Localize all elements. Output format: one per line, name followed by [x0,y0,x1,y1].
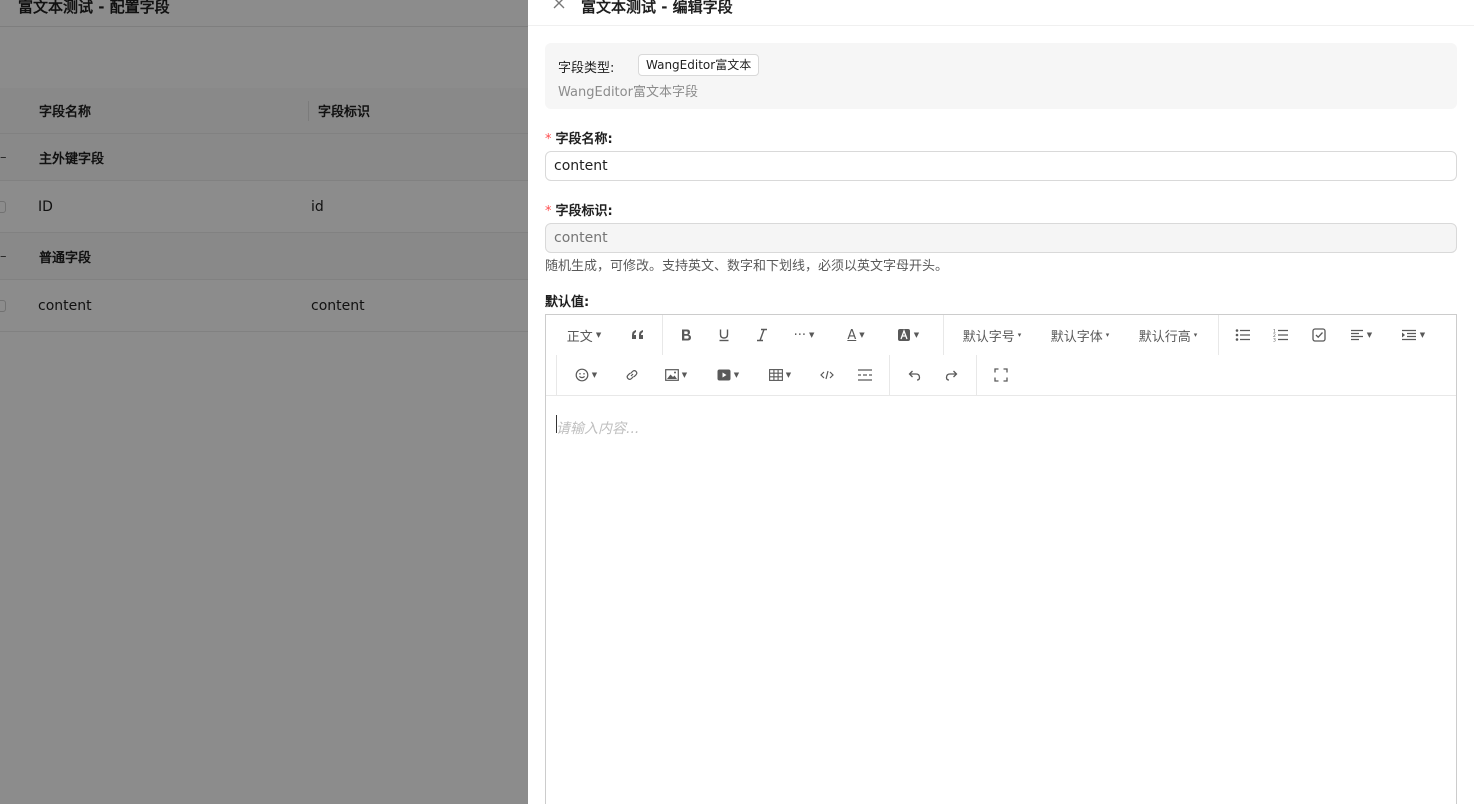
chevron-down-icon: ▼ [809,331,815,339]
drawer-header: 富文本测试 - 编辑字段 [528,0,1474,26]
table-icon [768,369,783,381]
blockquote-button[interactable] [626,321,650,349]
close-icon[interactable] [550,0,568,12]
checkbox-icon [1312,328,1326,342]
numbered-list-button[interactable]: 123 [1269,321,1293,349]
field-key-input [545,223,1457,253]
drawer-title: 富文本测试 - 编辑字段 [581,0,733,16]
horizontal-rule-icon [857,369,873,381]
field-type-tag: WangEditor富文本 [638,54,760,76]
font-size-select[interactable]: 默认字号 ▾ [960,321,1024,349]
chevron-down-icon: ▼ [733,371,740,379]
chevron-down-icon: ▾ [1193,331,1198,339]
insert-link-button[interactable] [620,361,644,389]
indent-button[interactable]: ▼ [1397,321,1429,349]
undo-icon [907,368,921,382]
insert-image-button[interactable]: ▼ [660,361,692,389]
font-family-label: 默认字体 [1050,329,1103,345]
chevron-down-icon: ▼ [859,331,865,339]
line-height-select[interactable]: 默认行高 ▾ [1136,321,1200,349]
numbered-list-icon: 123 [1273,328,1289,342]
insert-table-button[interactable]: ▼ [764,361,796,389]
redo-icon [945,368,959,382]
toolbar-divider [556,355,557,395]
toolbar-divider [662,315,663,355]
divider-button[interactable] [853,361,877,389]
header-select-label: 正文 [566,329,593,345]
redo-button[interactable] [940,361,964,389]
image-icon [664,369,679,381]
field-key-label: * 字段标识: [545,200,613,219]
field-key-label-text: 字段标识: [555,204,613,219]
smiley-icon [575,368,589,382]
bulleted-list-icon [1235,328,1251,342]
field-name-input[interactable] [545,151,1457,181]
field-type-description: WangEditor富文本字段 [558,85,698,100]
emoji-button[interactable]: ▼ [570,361,602,389]
header-select[interactable]: 正文 ▼ [564,321,604,349]
toolbar-divider [943,315,944,355]
chevron-down-icon: ▾ [1105,331,1110,339]
editor-toolbar: 正文 ▼ ··· ▼ A ▼ ▼ 默认字号 ▾ 默认字体 ▾ 默认行高 ▾ 1 … [546,315,1456,396]
font-size-label: 默认字号 [962,329,1015,345]
video-icon [717,369,731,381]
more-icon: ··· [793,327,806,343]
edit-field-drawer: 富文本测试 - 编辑字段 字段类型: WangEditor富文本 WangEdi… [528,0,1474,804]
bulleted-list-button[interactable] [1231,321,1255,349]
background-color-icon [897,328,911,342]
align-button[interactable]: ▼ [1345,321,1377,349]
quote-icon [631,328,645,342]
toolbar-divider [1218,315,1219,355]
fullscreen-button[interactable] [989,361,1013,389]
chevron-down-icon: ▼ [595,331,602,339]
chevron-down-icon: ▼ [785,371,792,379]
font-color-icon: A [847,327,857,343]
underline-button[interactable] [712,321,736,349]
chevron-down-icon: ▼ [591,371,598,379]
field-name-label-text: 字段名称: [555,132,613,147]
chevron-down-icon: ▼ [1419,331,1426,339]
indent-icon [1401,329,1417,341]
line-height-label: 默认行高 [1138,329,1191,345]
chevron-down-icon: ▼ [681,371,688,379]
bold-button[interactable] [674,321,698,349]
italic-button[interactable] [750,321,774,349]
italic-icon [755,328,769,342]
toolbar-row-1: 正文 ▼ ··· ▼ A ▼ ▼ 默认字号 ▾ 默认字体 ▾ 默认行高 ▾ 1 … [546,315,1456,355]
chevron-down-icon: ▾ [1017,331,1022,339]
todo-list-button[interactable] [1307,321,1331,349]
field-type-label: 字段类型: [558,61,615,76]
code-block-button[interactable] [815,361,839,389]
svg-text:3: 3 [1273,338,1276,343]
editor-placeholder: 请输入内容... [556,421,640,437]
align-left-icon [1350,329,1364,341]
undo-button[interactable] [902,361,926,389]
font-family-select[interactable]: 默认字体 ▾ [1048,321,1112,349]
field-name-label: * 字段名称: [545,128,613,147]
fullscreen-icon [994,368,1008,382]
more-styles-button[interactable]: ··· ▼ [788,321,820,349]
default-value-label: 默认值: [545,295,590,310]
editor-content-area[interactable]: 请输入内容... [546,396,1456,804]
background-color-button[interactable]: ▼ [892,321,924,349]
required-mark: * [545,132,552,147]
toolbar-divider [976,355,977,395]
chevron-down-icon: ▼ [1366,331,1373,339]
code-icon [820,369,834,381]
bold-icon [679,328,693,342]
link-icon [625,368,639,382]
required-mark: * [545,204,552,219]
toolbar-divider [889,355,890,395]
font-color-button[interactable]: A ▼ [840,321,872,349]
underline-icon [717,328,731,342]
toolbar-row-2: ▼ ▼ ▼ ▼ [546,355,1456,395]
chevron-down-icon: ▼ [913,331,920,339]
field-type-info: 字段类型: WangEditor富文本 WangEditor富文本字段 [545,43,1457,109]
field-key-help: 随机生成，可修改。支持英文、数字和下划线，必须以英文字母开头。 [545,259,949,274]
insert-video-button[interactable]: ▼ [712,361,744,389]
rich-text-editor: 正文 ▼ ··· ▼ A ▼ ▼ 默认字号 ▾ 默认字体 ▾ 默认行高 ▾ 1 … [545,314,1457,804]
